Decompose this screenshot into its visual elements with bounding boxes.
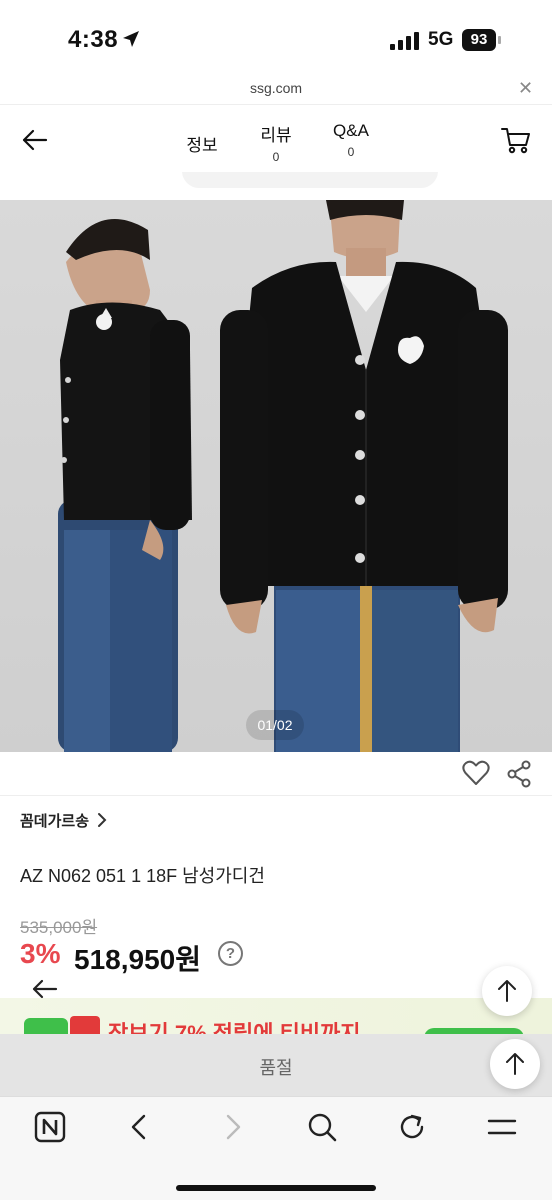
image-counter: 01/02	[246, 710, 304, 740]
chevron-right-icon[interactable]	[96, 812, 108, 828]
search-field-peek	[182, 172, 438, 188]
cart-icon[interactable]	[500, 125, 532, 155]
scroll-top-button[interactable]	[482, 966, 532, 1016]
promo-banner[interactable]: 장보기 7% 적립에 티비까지	[0, 998, 552, 1034]
arrow-up-icon	[506, 1053, 524, 1075]
signal-icon	[390, 32, 419, 50]
home-indicator	[176, 1185, 376, 1191]
product-title: AZ N062 051 1 18F 남성가디건	[20, 866, 265, 886]
front-view-model	[220, 200, 508, 752]
product-photo	[58, 200, 508, 752]
original-price: 535,000원	[20, 918, 98, 937]
n-logo-icon[interactable]	[34, 1111, 66, 1143]
share-icon[interactable]	[506, 760, 532, 788]
heart-icon[interactable]	[462, 760, 490, 786]
scroll-top-button-2[interactable]	[490, 1039, 540, 1089]
tab-review-count: 0	[272, 150, 280, 164]
chevron-right-icon[interactable]	[216, 1111, 248, 1143]
tab-info[interactable]: 정보	[184, 131, 220, 156]
promo-text: 장보기 7% 적립에 티비까지	[108, 1021, 361, 1034]
sold-out-bar: 품절	[0, 1034, 552, 1096]
url-domain[interactable]: ssg.com	[0, 80, 552, 96]
arrow-left-icon[interactable]	[20, 125, 50, 155]
url-bar[interactable]: ssg.com ✕	[0, 76, 552, 102]
refresh-icon[interactable]	[396, 1111, 428, 1143]
tab-review-label: 리뷰	[260, 126, 292, 145]
help-icon[interactable]: ?	[218, 941, 243, 966]
location-arrow-icon	[123, 31, 139, 47]
sold-out-label: 품절	[259, 1058, 293, 1078]
network-type: 5G	[428, 29, 454, 50]
browser-toolbar	[0, 1096, 552, 1200]
battery-indicator: 93	[462, 29, 496, 51]
close-icon[interactable]: ✕	[518, 78, 533, 99]
status-time: 4:38	[68, 26, 119, 53]
brand-link[interactable]: 꼼데가르송	[20, 810, 89, 831]
promo-red-badge	[70, 1016, 100, 1034]
side-view-model	[58, 219, 192, 752]
tab-qa-count: 0	[347, 145, 355, 159]
menu-icon[interactable]	[486, 1111, 518, 1143]
search-icon[interactable]	[306, 1111, 338, 1143]
tab-qa-label: Q&A	[333, 121, 369, 140]
tab-qa[interactable]: Q&A 0	[328, 121, 374, 159]
tab-info-label: 정보	[186, 136, 218, 155]
app-header: 정보 리뷰 0 Q&A 0	[0, 104, 552, 172]
battery-nub	[498, 36, 501, 44]
tab-review[interactable]: 리뷰 0	[256, 121, 296, 164]
arrow-up-icon	[498, 980, 516, 1002]
chevron-left-icon[interactable]	[124, 1111, 156, 1143]
sale-price: 518,950원	[74, 944, 201, 975]
hidden-search-row	[0, 172, 552, 200]
product-image[interactable]: 01/02	[0, 200, 552, 752]
arrow-left-icon[interactable]	[22, 966, 68, 1012]
status-bar: 4:38 5G 93	[0, 0, 552, 76]
action-row	[0, 752, 552, 796]
promo-green-badge	[24, 1018, 68, 1034]
